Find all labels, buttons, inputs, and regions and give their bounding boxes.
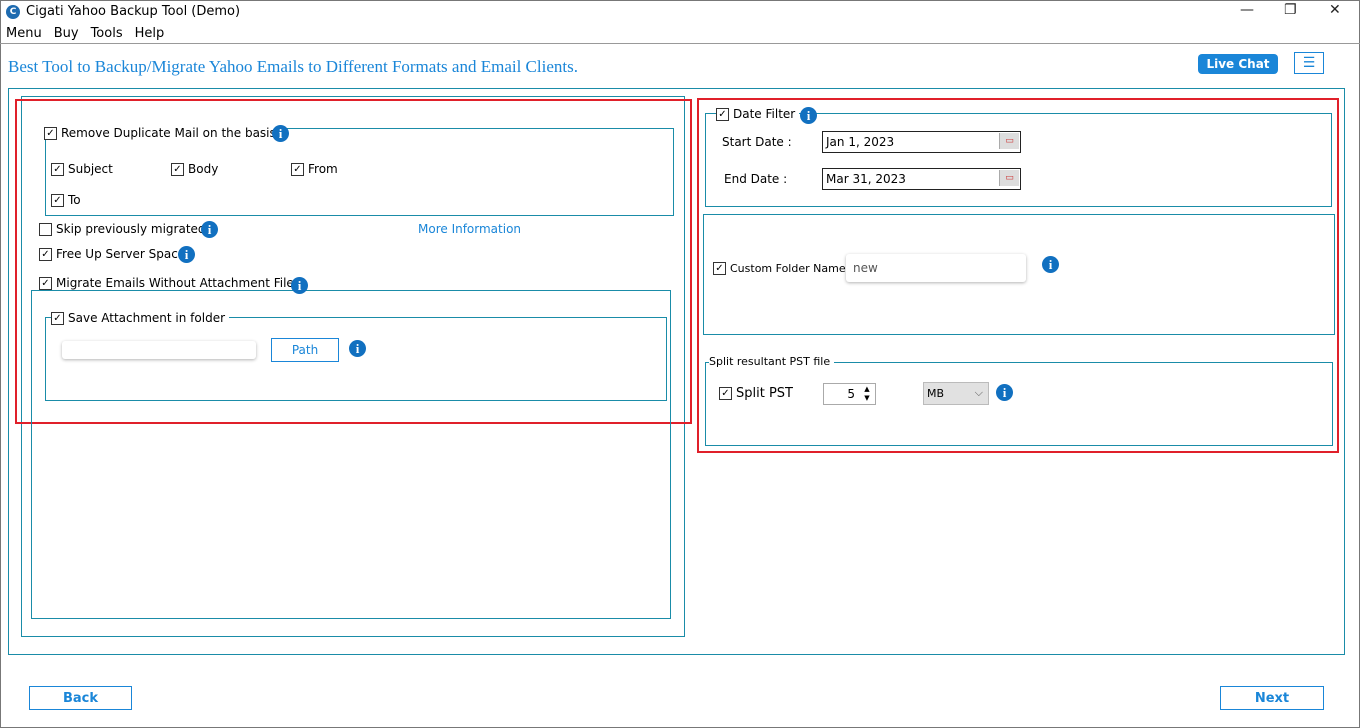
to-checkbox[interactable]: ✓ To: [51, 193, 85, 207]
free-up-checkbox[interactable]: ✓ Free Up Server Space: [39, 247, 190, 261]
path-input[interactable]: [62, 341, 256, 359]
divider: [0, 43, 1360, 44]
split-group: [705, 362, 1333, 446]
title-bar: C Cigati Yahoo Backup Tool (Demo): [6, 4, 240, 19]
from-checkbox[interactable]: ✓ From: [291, 162, 342, 176]
back-button[interactable]: Back: [29, 686, 132, 710]
save-attachment-group: [45, 317, 667, 401]
menu-buy[interactable]: Buy: [54, 26, 79, 41]
close-button[interactable]: ✕: [1329, 2, 1341, 18]
date-filter-checkbox[interactable]: ✓ Date Filter: [716, 107, 800, 121]
menu-help[interactable]: Help: [135, 26, 165, 41]
next-button[interactable]: Next: [1220, 686, 1324, 710]
remove-duplicate-checkbox[interactable]: ✓ Remove Duplicate Mail on the basis: [44, 126, 280, 140]
custom-folder-checkbox[interactable]: ✓ Custom Folder Name: [713, 262, 850, 275]
duplicate-group: [45, 128, 674, 216]
info-icon[interactable]: i: [272, 125, 289, 142]
calendar-icon[interactable]: ▭: [999, 170, 1019, 186]
menu-bar: Menu Buy Tools Help: [6, 26, 164, 41]
end-date-label: End Date :: [724, 172, 788, 186]
info-icon[interactable]: i: [349, 340, 366, 357]
page-title: Best Tool to Backup/Migrate Yahoo Emails…: [8, 57, 578, 76]
split-size-stepper[interactable]: 5 ▲ ▼: [823, 383, 876, 405]
calendar-icon[interactable]: ▭: [999, 133, 1019, 149]
menu-menu[interactable]: Menu: [6, 26, 42, 41]
body-checkbox[interactable]: ✓ Body: [171, 162, 223, 176]
date-filter-group: [705, 113, 1332, 207]
window-title: Cigati Yahoo Backup Tool (Demo): [26, 4, 241, 19]
info-icon[interactable]: i: [291, 277, 308, 294]
info-icon[interactable]: i: [178, 246, 195, 263]
more-information-link[interactable]: More Information: [418, 222, 521, 236]
start-date-label: Start Date :: [722, 135, 792, 149]
menu-tools[interactable]: Tools: [91, 26, 123, 41]
hamburger-menu-icon[interactable]: ☰: [1294, 52, 1324, 74]
skip-migrated-checkbox[interactable]: Skip previously migrated: [39, 222, 210, 236]
app-logo-icon: C: [6, 4, 20, 19]
custom-folder-input[interactable]: new: [846, 254, 1026, 282]
maximize-button[interactable]: ❐: [1284, 2, 1297, 18]
info-icon[interactable]: i: [1042, 256, 1059, 273]
without-attachment-checkbox[interactable]: ✓ Migrate Emails Without Attachment Files: [39, 276, 305, 290]
stepper-arrows-icon[interactable]: ▲ ▼: [860, 385, 874, 403]
info-icon[interactable]: i: [201, 221, 218, 238]
save-attachment-checkbox[interactable]: ✓ Save Attachment in folder: [51, 311, 230, 325]
split-group-label: Split resultant PST file: [709, 355, 835, 368]
path-button[interactable]: Path: [271, 338, 339, 362]
end-date-picker[interactable]: Mar 31, 2023 ▭: [822, 168, 1021, 190]
subject-checkbox[interactable]: ✓ Subject: [51, 162, 117, 176]
live-chat-button[interactable]: Live Chat: [1198, 54, 1278, 74]
info-icon[interactable]: i: [996, 384, 1013, 401]
split-unit-select[interactable]: MB ⌵: [923, 382, 989, 405]
chevron-down-icon: ⌵: [974, 386, 983, 399]
split-pst-checkbox[interactable]: ✓ Split PST: [719, 386, 797, 401]
minimize-button[interactable]: —: [1240, 2, 1254, 18]
start-date-picker[interactable]: Jan 1, 2023 ▭: [822, 131, 1021, 153]
info-icon[interactable]: i: [800, 107, 817, 124]
